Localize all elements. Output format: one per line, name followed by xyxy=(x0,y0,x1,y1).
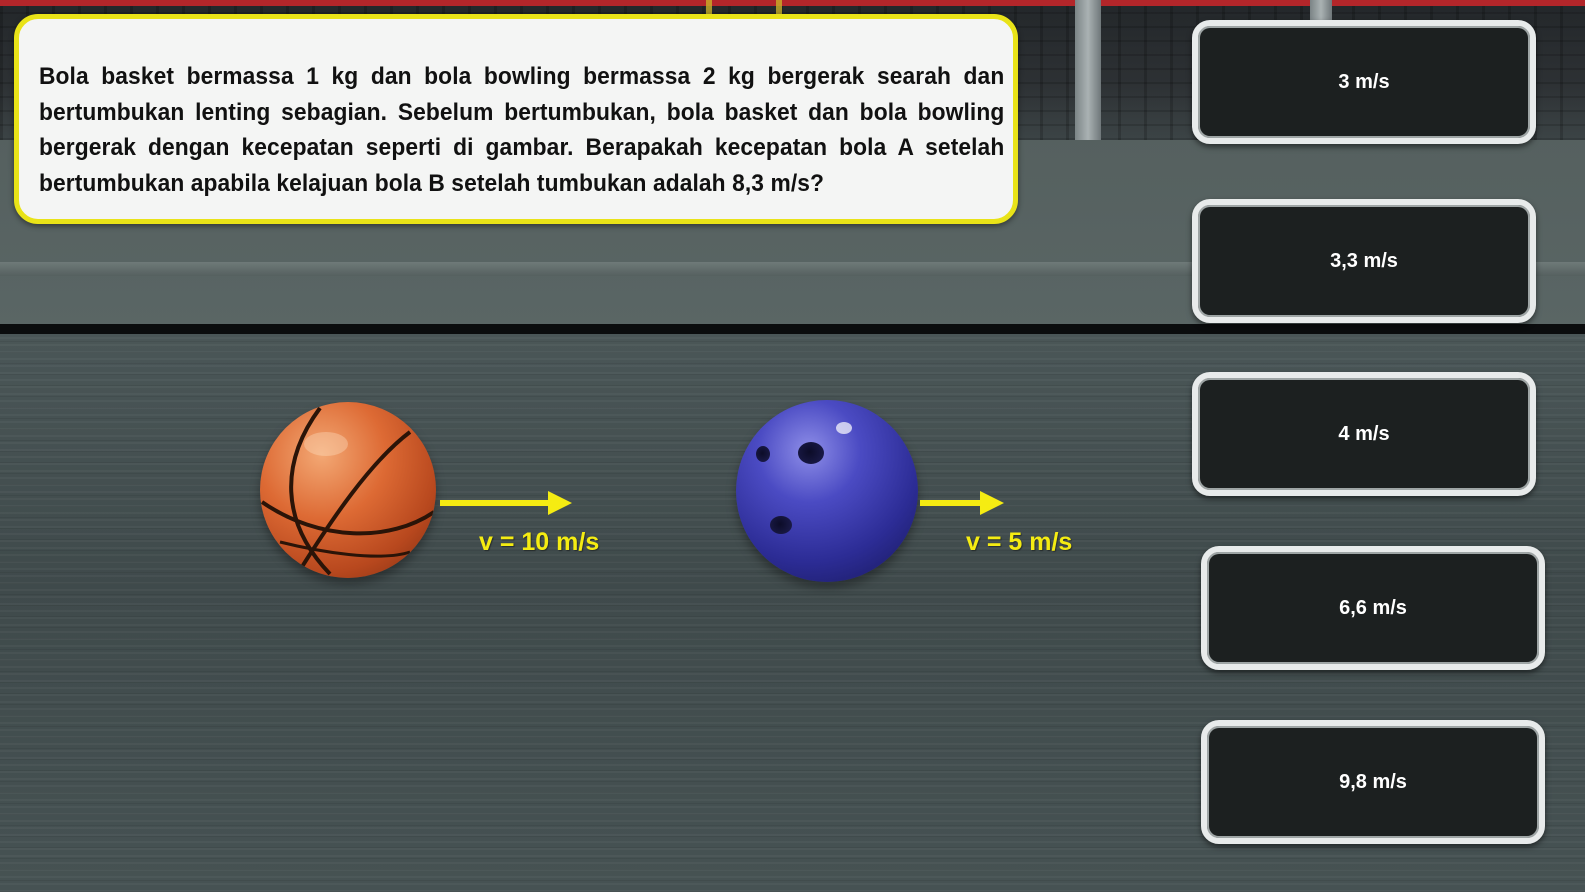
bowling-hole xyxy=(798,442,824,464)
answer-label: 3 m/s xyxy=(1338,70,1390,93)
background-red-stripe xyxy=(0,0,1585,6)
velocity-label-a: v = 10 m/s xyxy=(479,528,600,556)
background-edge xyxy=(0,324,1585,334)
answer-label: 3,3 m/s xyxy=(1330,249,1398,272)
answer-button-3[interactable]: 4 m/s xyxy=(1192,372,1536,496)
bowling-hole xyxy=(756,446,770,462)
answer-label: 6,6 m/s xyxy=(1339,596,1407,619)
bowling-hole xyxy=(770,516,792,534)
answer-label: 9,8 m/s xyxy=(1339,770,1407,793)
background-pillar xyxy=(1075,0,1101,140)
answer-button-2[interactable]: 3,3 m/s xyxy=(1192,199,1536,323)
question-text: Bola basket bermassa 1 kg dan bola bowli… xyxy=(39,63,1005,197)
velocity-arrow-b xyxy=(920,491,1004,515)
highlight xyxy=(836,422,852,434)
velocity-label-b: v = 5 m/s xyxy=(966,528,1073,556)
answer-label: 4 m/s xyxy=(1338,422,1390,445)
answer-button-4[interactable]: 6,6 m/s xyxy=(1201,546,1545,670)
velocity-arrow-a xyxy=(440,491,572,515)
answer-button-5[interactable]: 9,8 m/s xyxy=(1201,720,1545,844)
basketball-icon xyxy=(260,402,436,578)
question-panel: Bola basket bermassa 1 kg dan bola bowli… xyxy=(14,14,1018,224)
bowling-ball-icon xyxy=(736,400,918,582)
answer-button-1[interactable]: 3 m/s xyxy=(1192,20,1536,144)
